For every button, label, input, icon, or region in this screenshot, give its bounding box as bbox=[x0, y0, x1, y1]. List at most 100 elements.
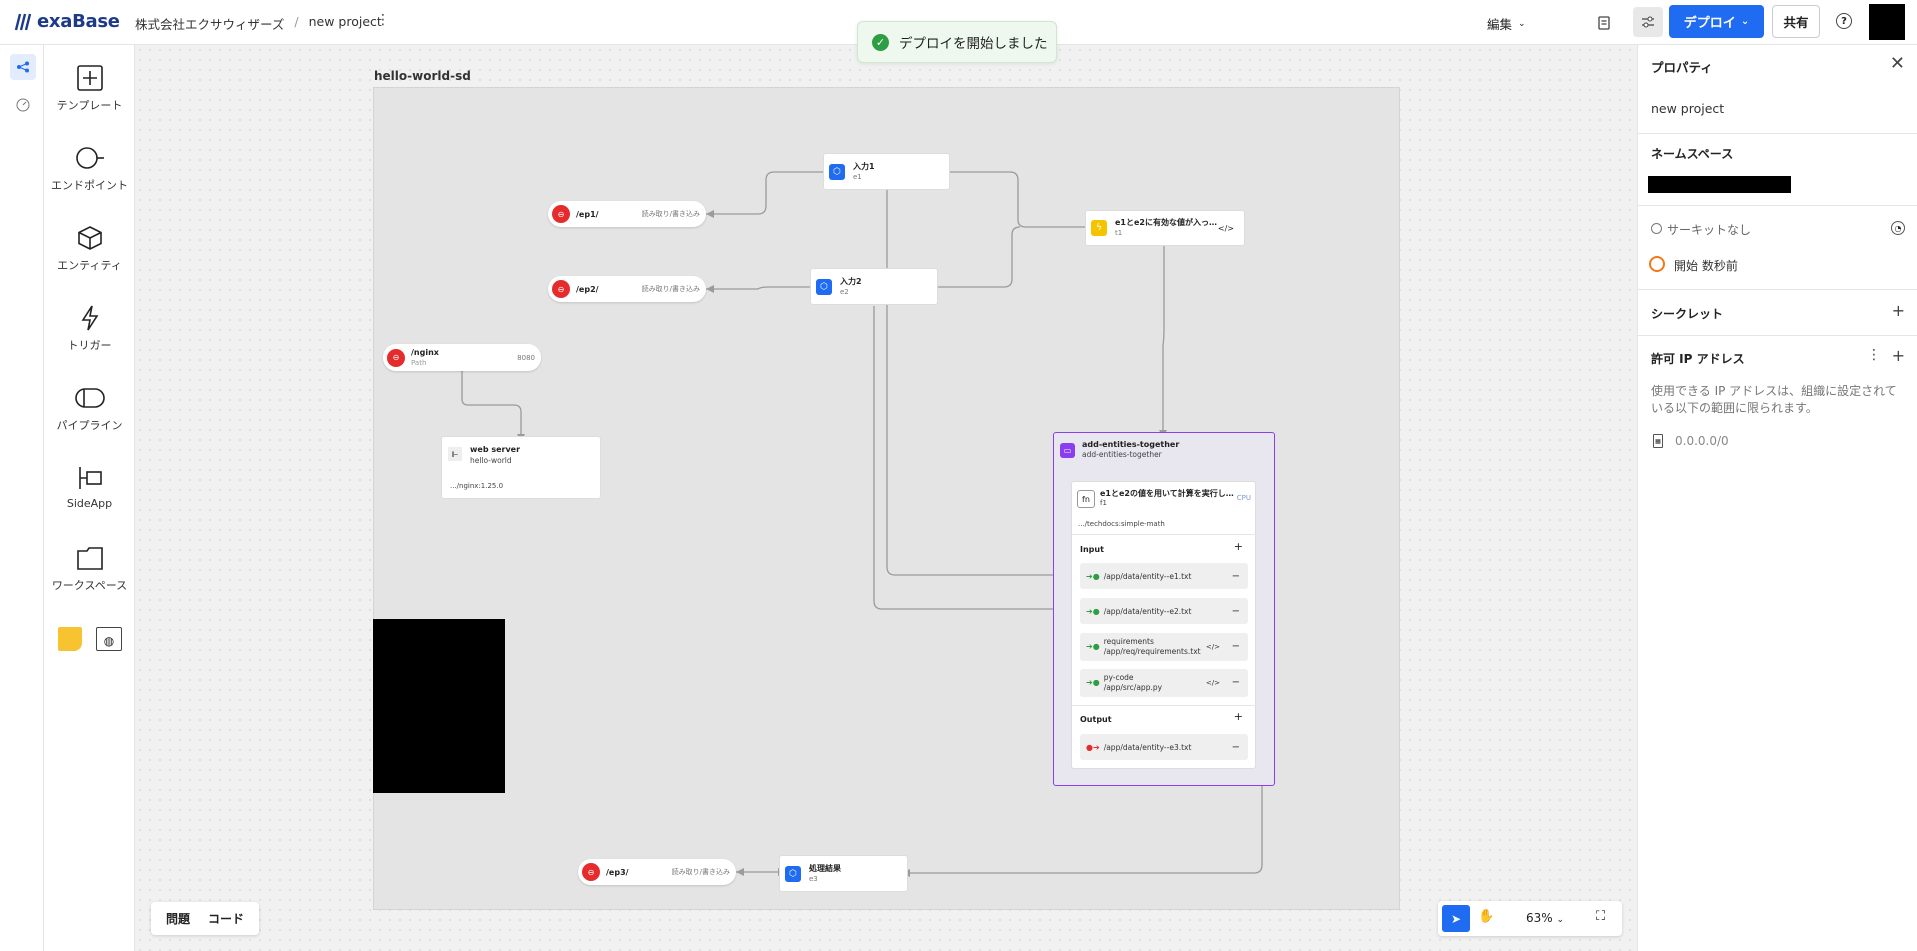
close-icon[interactable]: ✕ bbox=[1890, 53, 1905, 74]
add-input-icon[interactable]: + bbox=[1234, 540, 1243, 553]
trigger-t1[interactable]: ϟ e1とe2に有効な値が入っ… t1 </> bbox=[1085, 210, 1245, 246]
palette-template[interactable]: テンプレート bbox=[44, 65, 135, 113]
canvas-nav-icon[interactable] bbox=[10, 54, 36, 80]
allowed-ip-label: 許可 IP アドレス bbox=[1651, 352, 1745, 366]
file-row[interactable]: ➔● py-code/app/src/app.py </> − bbox=[1080, 669, 1248, 697]
endpoint-ep1[interactable]: ⊖ /ep1/ 読み取り/書き込み bbox=[548, 201, 706, 227]
code-icon[interactable]: </> bbox=[1206, 642, 1220, 652]
component-palette: テンプレート エンドポイント エンティティ トリガー パイプライン SideAp… bbox=[44, 45, 135, 951]
help-icon[interactable]: ? bbox=[1836, 13, 1852, 29]
settings-sliders-icon[interactable] bbox=[1633, 7, 1663, 37]
palette-pipeline[interactable]: パイプライン bbox=[44, 385, 135, 433]
file-text: requirements/app/req/requirements.txt bbox=[1104, 637, 1201, 657]
palette-sideapp[interactable]: SideApp bbox=[44, 465, 135, 510]
entity-e1[interactable]: ⬡ 入力1 e1 bbox=[823, 153, 950, 190]
toast-notification: ✓ デプロイを開始しました bbox=[857, 21, 1057, 63]
entity-title: 入力1 bbox=[853, 161, 875, 171]
entity-sub: e2 bbox=[840, 287, 849, 296]
namespace-label: ネームスペース bbox=[1651, 147, 1734, 161]
output-heading: Output bbox=[1080, 715, 1112, 724]
code-icon[interactable]: </> bbox=[1218, 224, 1234, 233]
palette-label: SideApp bbox=[66, 497, 113, 510]
input-arrow-icon: ➔● bbox=[1086, 606, 1100, 616]
avatar[interactable] bbox=[1869, 4, 1905, 40]
endpoint-mode: 読み取り/書き込み bbox=[641, 210, 700, 218]
webserver-card[interactable]: ⊩ web server hello-world .../nginx:1.25.… bbox=[441, 436, 601, 499]
lightning-icon: ϟ bbox=[1091, 220, 1107, 236]
remove-icon[interactable]: − bbox=[1232, 606, 1240, 617]
deploy-label: デプロイ bbox=[1683, 16, 1736, 31]
file-name: requirements bbox=[1103, 637, 1154, 646]
file-text: py-code/app/src/app.py bbox=[1104, 673, 1162, 693]
breadcrumb-project[interactable]: new project bbox=[309, 14, 382, 33]
more-icon[interactable]: ⋮ bbox=[1867, 347, 1881, 363]
file-path: /app/src/app.py bbox=[1103, 683, 1163, 692]
function-card[interactable]: fn e1とe2の値を用いて計算を実行し… f1 CPU .../techdoc… bbox=[1071, 481, 1257, 769]
sticky-note-icon[interactable] bbox=[58, 627, 82, 651]
palette-workspace[interactable]: ワークスペース bbox=[44, 545, 135, 593]
palette-label: エンティティ bbox=[57, 259, 122, 272]
palette-entity[interactable]: エンティティ bbox=[44, 225, 135, 273]
zoom-value: 63% bbox=[1526, 911, 1553, 925]
gauge-icon[interactable]: ◔ bbox=[1891, 221, 1905, 235]
add-ip-icon[interactable]: + bbox=[1892, 346, 1905, 365]
cube-icon: ⬡ bbox=[785, 865, 801, 882]
code-icon[interactable]: </> bbox=[1206, 678, 1220, 688]
divider bbox=[1638, 289, 1917, 290]
project-menu-icon[interactable]: ⋮ bbox=[376, 12, 390, 28]
bottom-tabs: 問題 コード bbox=[151, 902, 259, 935]
chevron-down-icon: ⌄ bbox=[1740, 16, 1750, 27]
dashboard-icon[interactable] bbox=[10, 92, 36, 118]
remove-icon[interactable]: − bbox=[1232, 571, 1240, 582]
panel-title: プロパティ bbox=[1651, 60, 1713, 75]
circuit-status: サーキットなし bbox=[1667, 223, 1752, 237]
input-row[interactable]: ➔● /app/data/entity--e1.txt − bbox=[1080, 563, 1248, 589]
canvas-controls: ➤ ✋ 63% ⌄ ⛶ bbox=[1438, 901, 1622, 936]
endpoint-ep2[interactable]: ⊖ /ep2/ 読み取り/書き込み bbox=[548, 276, 706, 302]
endpoint-path: /ep3/ bbox=[606, 867, 629, 877]
entity-sub: e3 bbox=[809, 874, 818, 883]
palette-trigger[interactable]: トリガー bbox=[44, 305, 135, 353]
sideapp-icon: ⊩ bbox=[448, 447, 462, 461]
add-output-icon[interactable]: + bbox=[1234, 710, 1243, 723]
select-tool-icon[interactable]: ➤ bbox=[1442, 905, 1470, 932]
endpoint-port: 8080 bbox=[517, 353, 535, 362]
breadcrumb-org[interactable]: 株式会社エクサウィザーズ bbox=[135, 14, 284, 33]
building-icon: ▦ bbox=[1653, 434, 1663, 448]
palette-endpoint[interactable]: エンドポイント bbox=[44, 145, 135, 193]
endpoint-icon: ⊖ bbox=[552, 280, 570, 298]
issues-button[interactable]: 問題 bbox=[166, 910, 190, 927]
browser-window-icon[interactable]: ◍ bbox=[96, 627, 122, 651]
entity-text: 入力2 e2 bbox=[840, 276, 862, 298]
chevron-down-icon: ⌄ bbox=[1556, 915, 1565, 925]
endpoint-nginx[interactable]: ⊖ /nginx Path 8080 bbox=[383, 344, 541, 371]
hand-tool-icon[interactable]: ✋ bbox=[1478, 909, 1494, 924]
output-row[interactable]: ●➔ /app/data/entity--e3.txt − bbox=[1080, 734, 1248, 760]
document-icon[interactable] bbox=[1592, 11, 1616, 35]
zoom-dropdown[interactable]: 63% ⌄ bbox=[1526, 911, 1564, 925]
remove-icon[interactable]: − bbox=[1232, 642, 1240, 652]
endpoint-icon: ⊖ bbox=[582, 863, 600, 881]
divider bbox=[1638, 133, 1917, 134]
deploy-button[interactable]: デプロイ ⌄ bbox=[1669, 5, 1764, 38]
divider bbox=[1638, 205, 1917, 206]
share-button[interactable]: 共有 bbox=[1772, 5, 1820, 38]
remove-icon[interactable]: − bbox=[1232, 678, 1240, 688]
fullscreen-icon[interactable]: ⛶ bbox=[1596, 909, 1605, 924]
ip-range: 0.0.0.0/0 bbox=[1675, 434, 1729, 448]
edit-dropdown[interactable]: 編集 ⌄ bbox=[1487, 14, 1526, 33]
input-row[interactable]: ➔● /app/data/entity--e2.txt − bbox=[1080, 598, 1248, 624]
palette-label: ワークスペース bbox=[51, 579, 128, 592]
app-logo[interactable]: exaBase bbox=[14, 11, 120, 32]
code-button[interactable]: コード bbox=[208, 910, 244, 927]
divider bbox=[1638, 335, 1917, 336]
remove-icon[interactable]: − bbox=[1232, 742, 1240, 753]
file-row[interactable]: ➔● requirements/app/req/requirements.txt… bbox=[1080, 633, 1248, 661]
add-secret-icon[interactable]: + bbox=[1892, 301, 1905, 320]
input-arrow-icon: ➔● bbox=[1086, 571, 1100, 581]
start-status: 開始 数秒前 bbox=[1674, 259, 1738, 273]
function-image: .../techdocs:simple-math bbox=[1078, 520, 1165, 528]
entity-e2[interactable]: ⬡ 入力2 e2 bbox=[810, 268, 938, 305]
entity-e3[interactable]: ⬡ 処理結果 e3 bbox=[779, 855, 908, 892]
endpoint-ep3[interactable]: ⊖ /ep3/ 読み取り/書き込み bbox=[578, 859, 736, 885]
